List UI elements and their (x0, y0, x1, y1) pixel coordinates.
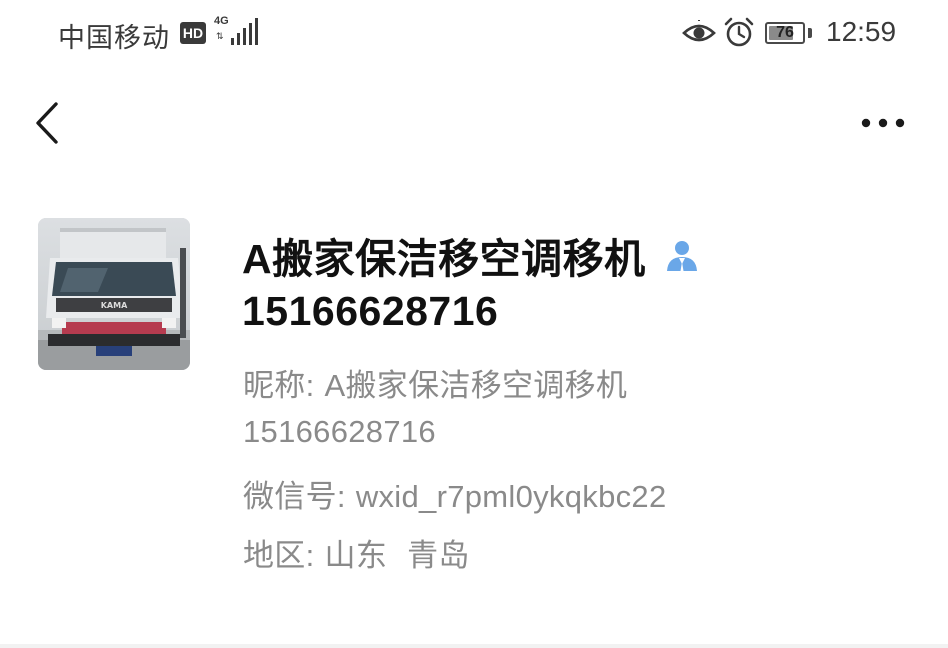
nickname-label: 昵称: (243, 368, 315, 403)
contact-display-name: A搬家保洁移空调移机 (242, 236, 646, 282)
battery-icon: 76 (765, 22, 805, 44)
region-line: 地区: 山东 青岛 (243, 530, 470, 575)
contact-remark-phone: 15166628716 (242, 288, 499, 334)
nickname-line: 昵称: A搬家保洁移空调移机 (243, 360, 627, 405)
status-bar: 中国移动 HD 4G ⇅ 76 12:59 (0, 0, 948, 66)
back-button[interactable] (22, 96, 72, 150)
region-label: 地区: (243, 538, 315, 573)
wechat-id-label: 微信号: (243, 479, 346, 514)
battery-level: 76 (776, 24, 794, 41)
region-province: 山东 (324, 538, 388, 573)
avatar[interactable]: KAMA (38, 218, 190, 370)
avatar-truck-image: KAMA (38, 218, 190, 370)
svg-text:KAMA: KAMA (101, 301, 128, 310)
contact-name-row: A搬家保洁移空调移机 (242, 225, 700, 283)
contact-profile-screen: 中国移动 HD 4G ⇅ 76 12:59 KAMA A搬家保洁移空调移机 15… (0, 0, 948, 648)
person-icon (667, 241, 698, 271)
more-options-button[interactable] (852, 102, 914, 144)
nickname-value: A搬家保洁移空调移机 (324, 368, 628, 403)
phone-value: 15166628716 (243, 414, 436, 449)
status-time: 12:59 (826, 16, 897, 47)
signal-icon (231, 18, 258, 45)
wechat-id-value[interactable]: wxid_r7pml0ykqkbc22 (356, 479, 667, 514)
eye-comfort-icon (682, 20, 716, 42)
carrier-name: 中国移动 (58, 23, 170, 53)
phone-line: 15166628716 (243, 414, 436, 450)
hd-badge: HD (180, 22, 206, 44)
data-activity-icon: ⇅ (216, 31, 224, 41)
chevron-left-icon (36, 102, 58, 144)
alarm-clock-icon (724, 17, 754, 47)
region-city: 青岛 (407, 538, 470, 573)
more-horizontal-icon (861, 118, 905, 128)
section-divider (0, 644, 948, 648)
battery-cap (808, 28, 812, 38)
wechat-id-line[interactable]: 微信号: wxid_r7pml0ykqkbc22 (243, 471, 667, 516)
network-type: 4G (214, 15, 229, 27)
